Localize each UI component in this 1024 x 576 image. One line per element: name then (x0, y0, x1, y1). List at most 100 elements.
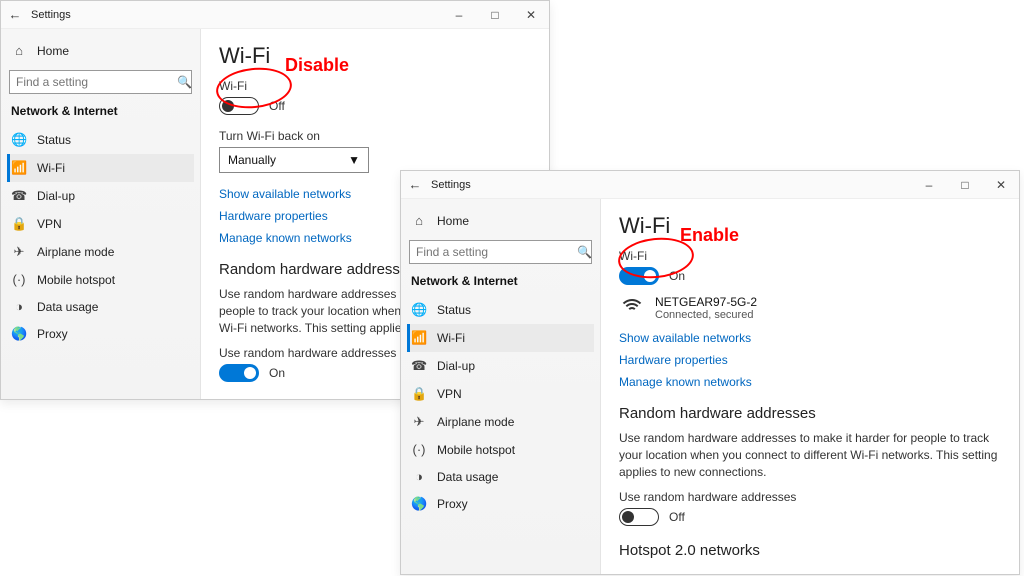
datausage-icon: ◑ (11, 299, 27, 314)
random-hw-desc: Use random hardware addresses to make it… (619, 430, 1001, 480)
wifi-toggle-state: Off (269, 99, 285, 113)
hotspot2-heading: Hotspot 2.0 networks (619, 542, 1001, 559)
vpn-icon: 🔒 (411, 386, 427, 402)
wifi-signal-icon (619, 299, 645, 317)
status-icon: 🌐 (11, 132, 27, 148)
turn-back-on-label: Turn Wi-Fi back on (219, 129, 531, 143)
proxy-icon: 🌎 (11, 326, 27, 342)
sidebar-item-proxy[interactable]: 🌎 Proxy (407, 490, 594, 518)
chevron-down-icon: ▼ (348, 153, 360, 167)
home-icon: ⌂ (411, 213, 427, 228)
sidebar-item-label: Data usage (437, 470, 498, 484)
link-hardware-properties[interactable]: Hardware properties (619, 353, 1001, 367)
network-name: NETGEAR97-5G-2 (655, 295, 757, 309)
search-input[interactable] (10, 75, 177, 89)
home-label: Home (37, 44, 69, 58)
settings-window-enable: ← Settings – □ ✕ ⌂ Home 🔍 Network & Inte… (400, 170, 1020, 575)
sidebar-item-label: Dial-up (437, 359, 475, 373)
maximize-button[interactable]: □ (477, 1, 513, 29)
sidebar-item-dialup[interactable]: ☎ Dial-up (407, 352, 594, 380)
sidebar-item-label: Status (437, 303, 471, 317)
proxy-icon: 🌎 (411, 496, 427, 512)
dropdown-value: Manually (228, 153, 276, 167)
sidebar-item-wifi[interactable]: 📶 Wi-Fi (7, 154, 194, 182)
dialup-icon: ☎ (11, 188, 27, 204)
sidebar-item-wifi[interactable]: 📶 Wi-Fi (407, 324, 594, 352)
home-label: Home (437, 214, 469, 228)
sidebar-item-hotspot[interactable]: (·) Mobile hotspot (407, 436, 594, 463)
search-icon: 🔍 (177, 75, 192, 89)
minimize-button[interactable]: – (911, 171, 947, 199)
sidebar: ⌂ Home 🔍 Network & Internet 🌐 Status 📶 W… (1, 29, 201, 399)
wifi-toggle[interactable] (219, 97, 259, 115)
sidebar-item-label: Airplane mode (437, 415, 514, 429)
close-button[interactable]: ✕ (983, 171, 1019, 199)
content-area: Wi-Fi Wi-Fi On NETGEAR97-5G-2 Connected,… (601, 199, 1019, 574)
search-box[interactable]: 🔍 (9, 70, 192, 94)
sidebar-item-airplane[interactable]: ✈ Airplane mode (407, 408, 594, 436)
sidebar-item-label: VPN (437, 387, 462, 401)
sidebar-item-status[interactable]: 🌐 Status (407, 296, 594, 324)
sidebar-section-title: Network & Internet (411, 274, 590, 288)
random-toggle-state: On (269, 366, 285, 380)
maximize-button[interactable]: □ (947, 171, 983, 199)
sidebar-item-label: Mobile hotspot (37, 273, 115, 287)
wifi-icon: 📶 (411, 330, 427, 346)
home-icon: ⌂ (11, 43, 27, 58)
wifi-toggle-state: On (669, 269, 685, 283)
random-toggle-state: Off (669, 510, 685, 524)
minimize-button[interactable]: – (441, 1, 477, 29)
sidebar-item-label: Airplane mode (37, 245, 114, 259)
titlebar: ← Settings – □ ✕ (1, 1, 549, 29)
sidebar-item-label: Proxy (437, 497, 468, 511)
sidebar: ⌂ Home 🔍 Network & Internet 🌐 Status 📶 W… (401, 199, 601, 574)
link-show-networks[interactable]: Show available networks (619, 331, 1001, 345)
wifi-toggle[interactable] (619, 267, 659, 285)
search-input[interactable] (410, 245, 577, 259)
back-button[interactable]: ← (1, 7, 29, 22)
turn-back-on-dropdown[interactable]: Manually ▼ (219, 147, 369, 173)
status-icon: 🌐 (411, 302, 427, 318)
use-random-label: Use random hardware addresses (619, 490, 1001, 504)
sidebar-item-dialup[interactable]: ☎ Dial-up (7, 182, 194, 210)
close-button[interactable]: ✕ (513, 1, 549, 29)
search-icon: 🔍 (577, 245, 592, 259)
wifi-label: Wi-Fi (219, 79, 531, 93)
sidebar-item-status[interactable]: 🌐 Status (7, 126, 194, 154)
sidebar-home[interactable]: ⌂ Home (7, 37, 194, 64)
sidebar-item-label: Proxy (37, 327, 68, 341)
window-title: Settings (29, 9, 71, 21)
search-box[interactable]: 🔍 (409, 240, 592, 264)
connected-network[interactable]: NETGEAR97-5G-2 Connected, secured (619, 295, 1001, 321)
window-title: Settings (429, 179, 471, 191)
sidebar-item-label: VPN (37, 217, 62, 231)
random-toggle[interactable] (219, 364, 259, 382)
hotspot-icon: (·) (411, 442, 427, 457)
random-hw-heading: Random hardware addresses (619, 405, 1001, 422)
hotspot-icon: (·) (11, 272, 27, 287)
sidebar-item-proxy[interactable]: 🌎 Proxy (7, 320, 194, 348)
random-toggle[interactable] (619, 508, 659, 526)
sidebar-item-datausage[interactable]: ◑ Data usage (407, 463, 594, 490)
datausage-icon: ◑ (411, 469, 427, 484)
sidebar-item-label: Data usage (37, 300, 98, 314)
sidebar-home[interactable]: ⌂ Home (407, 207, 594, 234)
sidebar-item-label: Mobile hotspot (437, 443, 515, 457)
page-title: Wi-Fi (219, 43, 531, 69)
sidebar-item-airplane[interactable]: ✈ Airplane mode (7, 238, 194, 266)
link-manage-networks[interactable]: Manage known networks (619, 375, 1001, 389)
wifi-icon: 📶 (11, 160, 27, 176)
sidebar-item-vpn[interactable]: 🔒 VPN (407, 380, 594, 408)
sidebar-item-label: Wi-Fi (437, 331, 465, 345)
sidebar-item-label: Dial-up (37, 189, 75, 203)
wifi-label: Wi-Fi (619, 249, 1001, 263)
sidebar-item-vpn[interactable]: 🔒 VPN (7, 210, 194, 238)
network-status: Connected, secured (655, 309, 757, 321)
sidebar-item-datausage[interactable]: ◑ Data usage (7, 293, 194, 320)
airplane-icon: ✈ (11, 244, 27, 260)
sidebar-item-hotspot[interactable]: (·) Mobile hotspot (7, 266, 194, 293)
back-button[interactable]: ← (401, 177, 429, 192)
dialup-icon: ☎ (411, 358, 427, 374)
sidebar-item-label: Wi-Fi (37, 161, 65, 175)
page-title: Wi-Fi (619, 213, 1001, 239)
